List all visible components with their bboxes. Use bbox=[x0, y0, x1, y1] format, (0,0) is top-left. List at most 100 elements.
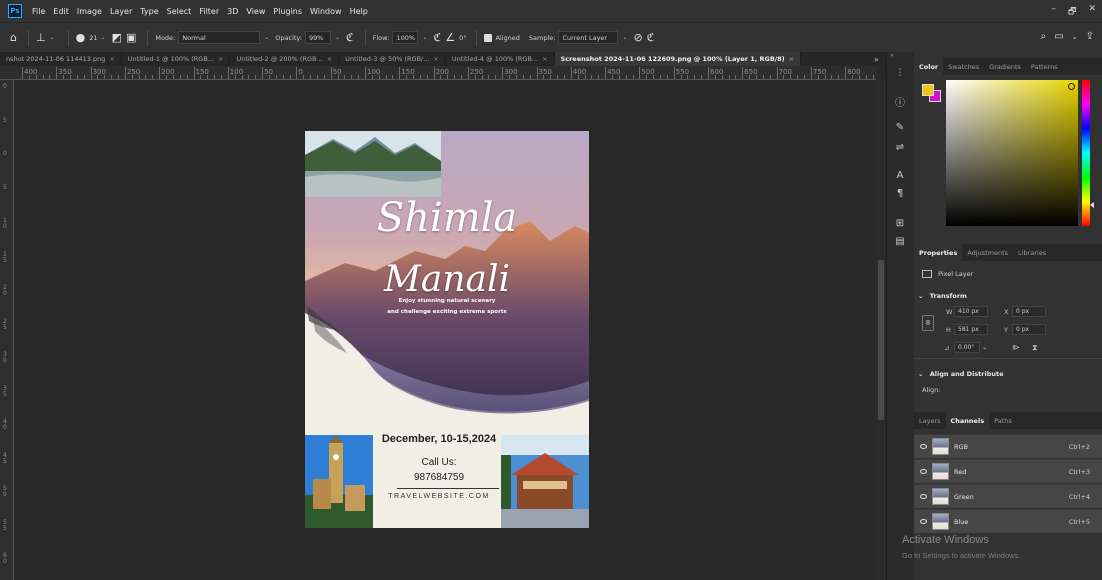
hue-slider-handle[interactable] bbox=[1090, 202, 1094, 208]
tab-paths[interactable]: Paths bbox=[989, 412, 1017, 429]
tab-libraries[interactable]: Libraries bbox=[1013, 244, 1051, 261]
doc-tab[interactable]: Untitled-4 @ 100% (RGB... × bbox=[446, 52, 555, 66]
channel-row-red[interactable]: Red Ctrl+3 bbox=[914, 459, 1102, 483]
flip-horizontal-icon[interactable]: ⧐ bbox=[1012, 343, 1020, 352]
vertical-scrollbar[interactable] bbox=[876, 80, 886, 580]
ruler-tick bbox=[214, 75, 216, 79]
share-icon[interactable]: ⇪ bbox=[1086, 31, 1094, 42]
flip-vertical-icon[interactable]: ⧗ bbox=[1032, 343, 1038, 353]
width-input[interactable]: 410 px bbox=[954, 306, 988, 317]
glyphs-icon[interactable]: ⊞ bbox=[893, 216, 907, 230]
chevron-down-icon[interactable]: ⌄ bbox=[264, 34, 269, 41]
adjustments-icon[interactable]: ⇌ bbox=[893, 140, 907, 154]
scrollbar-thumb[interactable] bbox=[878, 260, 884, 420]
flow-input[interactable]: 100% bbox=[392, 31, 419, 44]
transform-section-header[interactable]: ⌄ Transform bbox=[918, 292, 1098, 300]
menu-file[interactable]: File bbox=[28, 7, 49, 16]
angle-input[interactable]: 0.00° bbox=[954, 342, 980, 353]
color-picker-cursor[interactable] bbox=[1068, 83, 1075, 90]
brush-settings-icon[interactable]: ◩ bbox=[112, 31, 122, 44]
y-input[interactable]: 0 px bbox=[1012, 324, 1046, 335]
brush-preset-icon[interactable]: ● bbox=[76, 31, 86, 44]
menu-3d[interactable]: 3D bbox=[223, 7, 242, 16]
chevron-down-icon[interactable]: ⌄ bbox=[335, 34, 340, 41]
menu-filter[interactable]: Filter bbox=[195, 7, 223, 16]
minimize-button[interactable]: – bbox=[1052, 4, 1057, 20]
angle-value[interactable]: 0° bbox=[459, 34, 466, 42]
chevron-down-icon[interactable]: ⌄ bbox=[622, 34, 627, 41]
mode-select[interactable]: Normal bbox=[178, 31, 261, 44]
height-input[interactable]: 581 px bbox=[954, 324, 988, 335]
menu-edit[interactable]: Edit bbox=[49, 7, 73, 16]
close-icon[interactable]: × bbox=[218, 55, 223, 63]
chevron-down-icon[interactable]: ⌄ bbox=[982, 343, 987, 351]
menu-help[interactable]: Help bbox=[346, 7, 372, 16]
tab-properties[interactable]: Properties bbox=[914, 244, 963, 261]
tab-swatches[interactable]: Swatches bbox=[943, 58, 984, 75]
link-proportions-icon[interactable]: 8 bbox=[922, 315, 934, 331]
hue-slider[interactable] bbox=[1082, 80, 1090, 226]
clone-stamp-icon[interactable]: ⊥ bbox=[36, 31, 46, 44]
brush-settings-icon[interactable]: ✎ bbox=[893, 120, 907, 134]
opacity-input[interactable]: 99% bbox=[305, 31, 331, 44]
collapse-icon[interactable]: « bbox=[890, 52, 894, 59]
aligned-checkbox[interactable] bbox=[484, 33, 493, 42]
menu-select[interactable]: Select bbox=[163, 7, 196, 16]
chevron-down-icon[interactable]: ⌄ bbox=[50, 34, 55, 41]
sample-select[interactable]: Current Layer bbox=[558, 31, 619, 44]
doc-tab[interactable]: nshot 2024-11-06 114413.png × bbox=[0, 52, 122, 66]
tab-patterns[interactable]: Patterns bbox=[1026, 58, 1063, 75]
menu-view[interactable]: View bbox=[242, 7, 269, 16]
document-canvas[interactable]: Shimla Manali Enjoy stunning natural sce… bbox=[305, 131, 589, 528]
channel-row-green[interactable]: Green Ctrl+4 bbox=[914, 484, 1102, 508]
doc-tab[interactable]: Untitled-2 @ 200% (RGB... × bbox=[230, 52, 340, 66]
menu-layer[interactable]: Layer bbox=[106, 7, 136, 16]
more-tabs-button[interactable]: » bbox=[874, 52, 886, 66]
eye-icon[interactable] bbox=[920, 469, 927, 474]
close-icon[interactable]: × bbox=[542, 55, 547, 63]
chevron-down-icon[interactable]: ⌄ bbox=[1072, 33, 1078, 42]
tab-gradients[interactable]: Gradients bbox=[984, 58, 1026, 75]
eye-icon[interactable] bbox=[920, 519, 927, 524]
menu-image[interactable]: Image bbox=[73, 7, 106, 16]
foreground-color-swatch[interactable] bbox=[922, 84, 934, 96]
airbrush-icon[interactable]: ℭ bbox=[433, 31, 441, 44]
pressure-size-icon[interactable]: ℭ bbox=[647, 31, 655, 44]
close-icon[interactable]: × bbox=[433, 55, 438, 63]
info-icon[interactable]: ⓘ bbox=[893, 94, 907, 109]
channel-row-rgb[interactable]: RGB Ctrl+2 bbox=[914, 434, 1102, 458]
tab-channels[interactable]: Channels bbox=[945, 412, 990, 429]
tab-color[interactable]: Color bbox=[914, 58, 944, 75]
eye-icon[interactable] bbox=[920, 444, 927, 449]
menu-plugins[interactable]: Plugins bbox=[269, 7, 306, 16]
chevron-down-icon[interactable]: ⌄ bbox=[101, 34, 106, 41]
eye-icon[interactable] bbox=[920, 494, 927, 499]
restore-button[interactable]: 🗗 bbox=[1068, 4, 1076, 20]
paragraph-icon[interactable]: ¶ bbox=[893, 186, 907, 200]
libraries-icon[interactable]: ▤ bbox=[893, 234, 907, 248]
doc-tab[interactable]: Untitled-3 @ 50% (RGB/... × bbox=[339, 52, 446, 66]
close-icon[interactable]: × bbox=[327, 55, 332, 63]
tab-adjustments[interactable]: Adjustments bbox=[962, 244, 1013, 261]
close-button[interactable]: ✕ bbox=[1088, 4, 1096, 20]
ignore-adjustment-icon[interactable]: ⊘ bbox=[634, 31, 643, 44]
search-icon[interactable]: ⌕ bbox=[1041, 31, 1047, 42]
pressure-opacity-icon[interactable]: ℭ bbox=[346, 31, 354, 44]
menu-window[interactable]: Window bbox=[306, 7, 346, 16]
close-icon[interactable]: × bbox=[109, 55, 114, 63]
color-picker-field[interactable] bbox=[946, 80, 1078, 226]
home-icon[interactable]: ⌂ bbox=[10, 31, 17, 44]
align-section-header[interactable]: ⌄ Align and Distribute bbox=[918, 370, 1098, 378]
workspace-icon[interactable]: ▭ bbox=[1054, 31, 1063, 42]
channel-row-blue[interactable]: Blue Ctrl+5 bbox=[914, 509, 1102, 533]
doc-tab[interactable]: Untitled-1 @ 100% (RGB... × bbox=[122, 52, 231, 66]
clone-source-icon[interactable]: ▣ bbox=[126, 31, 136, 44]
character-icon[interactable]: A bbox=[893, 168, 907, 182]
x-input[interactable]: 0 px bbox=[1012, 306, 1046, 317]
menu-type[interactable]: Type bbox=[136, 7, 162, 16]
close-icon[interactable]: × bbox=[789, 55, 794, 63]
doc-tab-active[interactable]: Screenshot 2024-11-06 122609.png @ 100% … bbox=[554, 52, 802, 66]
tab-layers[interactable]: Layers bbox=[914, 412, 946, 429]
chevron-down-icon[interactable]: ⌄ bbox=[422, 34, 427, 41]
history-icon[interactable]: ⫶ bbox=[893, 66, 907, 80]
